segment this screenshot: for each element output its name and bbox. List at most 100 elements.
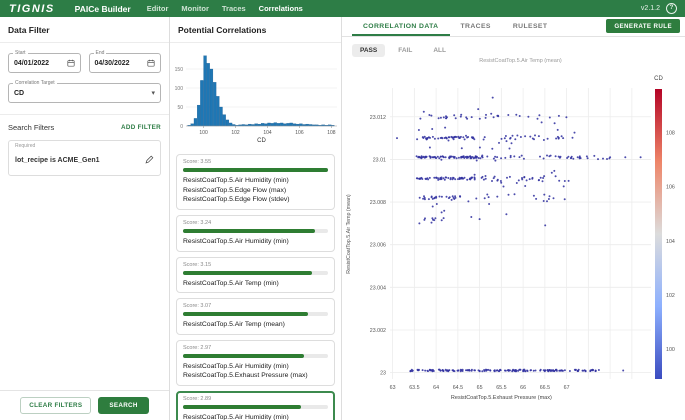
- filter-text: lot_recipe is ACME_Gen1: [15, 156, 100, 164]
- tab-traces[interactable]: TRACES: [450, 17, 502, 36]
- feature-name: ResistCoatTop.5.Air Humidity (min): [183, 177, 289, 184]
- score-bar-fill: [183, 353, 305, 358]
- score-bar-track: [183, 353, 328, 358]
- svg-text:23.004: 23.004: [370, 285, 386, 291]
- nav-item-traces[interactable]: Traces: [222, 4, 246, 13]
- clear-filters-button[interactable]: CLEAR FILTERS: [20, 397, 92, 414]
- search-filters-label: Search Filters: [8, 123, 55, 132]
- svg-text:108: 108: [327, 130, 336, 136]
- tignis-logo: TIGNIS: [9, 2, 55, 15]
- correlation-target-select[interactable]: Correlation Target CD ▾: [8, 80, 161, 103]
- svg-text:ResistCoatTop.5.Exhaust Pressu: ResistCoatTop.5.Exhaust Pressure (max): [451, 395, 552, 401]
- correlation-card[interactable]: Score: 3.24 ResistCoatTop.5.Air Humidity …: [176, 214, 335, 252]
- svg-text:64.5: 64.5: [453, 385, 463, 391]
- score-bar-fill: [183, 168, 328, 172]
- end-date-value: 04/30/2022: [94, 59, 130, 67]
- svg-text:CD: CD: [257, 138, 266, 144]
- start-date-label: Start: [13, 50, 28, 56]
- filter-item[interactable]: Required lot_recipe is ACME_Gen1: [8, 140, 161, 176]
- chevron-down-icon: ▾: [151, 90, 155, 97]
- svg-text:66: 66: [520, 385, 526, 391]
- filter-actions-bar: CLEAR FILTERS SEARCH: [0, 390, 169, 420]
- cd-histogram: 0 50 100 150 100 102 104 106 108 CD: [175, 55, 337, 144]
- feature-name: ResistCoatTop.5.Air Temp (min): [183, 279, 279, 287]
- svg-text:108: 108: [666, 130, 675, 136]
- tab-ruleset[interactable]: RULESET: [502, 17, 559, 36]
- score-bar-track: [183, 270, 328, 275]
- score-bar-fill: [183, 270, 312, 275]
- svg-text:65.5: 65.5: [496, 385, 506, 391]
- svg-text:23: 23: [380, 371, 386, 377]
- nav-item-editor[interactable]: Editor: [147, 4, 169, 13]
- main-nav: Editor Monitor Traces Correlations: [147, 4, 303, 13]
- feature-name: ResistCoatTop.5.Edge Flow (stdev): [183, 196, 290, 204]
- date-range-row: Start 04/01/2022 End 04/30/2022: [0, 43, 169, 73]
- svg-text:23.006: 23.006: [370, 243, 386, 249]
- potential-correlations-title: Potential Correlations: [170, 17, 341, 43]
- top-bar: TIGNIS PAICe Builder Editor Monitor Traces…: [0, 0, 685, 17]
- svg-text:100: 100: [199, 130, 208, 136]
- results-panel: CORRELATION DATA TRACES RULESET GENERATE R…: [342, 17, 685, 420]
- feature-name: ResistCoatTop.5.Air Humidity (min): [183, 362, 289, 370]
- colorbar: [655, 89, 662, 379]
- filter-required-tag: Required: [15, 143, 36, 149]
- tabs: CORRELATION DATA TRACES RULESET: [352, 17, 558, 36]
- scatter-plot-title: ResistCoatTop.5.Air Temp (mean): [479, 58, 562, 64]
- svg-text:104: 104: [666, 239, 675, 245]
- score-bar-track: [183, 312, 328, 317]
- correlation-card[interactable]: Score: 3.15 ResistCoatTop.5.Air Temp (min…: [176, 256, 335, 294]
- tab-correlation-data[interactable]: CORRELATION DATA: [352, 17, 450, 36]
- start-date-value: 04/01/2022: [14, 59, 50, 67]
- data-filter-title: Data Filter: [0, 17, 169, 43]
- generate-rule-button[interactable]: GENERATE RULE: [606, 19, 680, 33]
- correlation-target-value: CD: [14, 89, 25, 97]
- svg-text:64: 64: [433, 385, 439, 391]
- svg-text:63.5: 63.5: [409, 385, 419, 391]
- nav-item-monitor[interactable]: Monitor: [181, 4, 209, 13]
- score-bar-track: [183, 228, 328, 233]
- scatter-plot[interactable]: 23 23.002 23.004 23.006 23.008 23.01 23.012 63 6…: [342, 67, 685, 405]
- svg-text:50: 50: [177, 105, 183, 111]
- search-button[interactable]: SEARCH: [98, 397, 149, 414]
- svg-text:104: 104: [263, 130, 272, 136]
- help-icon[interactable]: ?: [666, 3, 677, 14]
- feature-name: ResistCoatTop.5.Air Temp (mean): [183, 321, 285, 329]
- score-bar-fill: [183, 405, 302, 410]
- add-filter-button[interactable]: ADD FILTER: [121, 124, 161, 131]
- correlation-target-label: Correlation Target: [13, 80, 57, 86]
- score-label: Score: 3.55: [183, 159, 212, 165]
- segment-fail[interactable]: FAIL: [390, 44, 420, 57]
- end-date-field[interactable]: End 04/30/2022: [88, 50, 161, 73]
- pencil-icon[interactable]: [145, 151, 154, 169]
- calendar-icon[interactable]: [66, 59, 75, 67]
- score-bar-fill: [183, 312, 309, 317]
- svg-text:100: 100: [175, 86, 184, 92]
- feature-name: ResistCoatTop.5.Edge Flow (max): [183, 186, 287, 194]
- correlation-card-list: Score: 3.55 ResistCoatTop.5.Air Humidity …: [170, 152, 341, 420]
- calendar-icon[interactable]: [147, 59, 155, 67]
- pass-fail-all-toggle: PASS FAIL ALL: [352, 44, 454, 57]
- svg-text:ResistCoatTop.5.Air Temp (mean: ResistCoatTop.5.Air Temp (mean): [346, 194, 352, 274]
- filter-list: Required lot_recipe is ACME_Gen1: [0, 140, 169, 176]
- correlation-card[interactable]: Score: 2.89 ResistCoatTop.5.Air Humidity …: [176, 391, 335, 420]
- version-label: v2.1.2: [640, 5, 660, 12]
- correlation-card[interactable]: Score: 3.07 ResistCoatTop.5.Air Temp (mea…: [176, 298, 335, 335]
- feature-name: ResistCoatTop.5.Air Humidity (min): [183, 414, 289, 420]
- correlation-card[interactable]: Score: 3.55 ResistCoatTop.5.Air Humidity …: [176, 154, 335, 210]
- results-tab-bar: CORRELATION DATA TRACES RULESET GENERATE R…: [342, 17, 685, 37]
- start-date-field[interactable]: Start 04/01/2022: [8, 50, 81, 73]
- svg-text:23.01: 23.01: [373, 157, 386, 163]
- potential-correlations-panel: Potential Correlations 0 50 100 150 100 102 10…: [170, 17, 342, 420]
- segment-all[interactable]: ALL: [425, 44, 454, 57]
- score-bar-track: [183, 168, 328, 172]
- correlation-card[interactable]: Score: 2.97 ResistCoatTop.5.Air Humidity …: [176, 339, 335, 387]
- svg-text:66.5: 66.5: [540, 385, 550, 391]
- app-title: PAICe Builder: [74, 3, 131, 14]
- feature-name: ResistCoatTop.5.Exhaust Pressure (max): [183, 372, 308, 380]
- data-filter-panel: Data Filter Start 04/01/2022 End 04/30/2…: [0, 17, 170, 420]
- end-date-label: End: [93, 50, 107, 56]
- segment-pass[interactable]: PASS: [352, 44, 386, 57]
- histogram-bars: [187, 55, 335, 127]
- nav-item-correlations[interactable]: Correlations: [259, 4, 303, 13]
- svg-text:106: 106: [295, 130, 304, 136]
